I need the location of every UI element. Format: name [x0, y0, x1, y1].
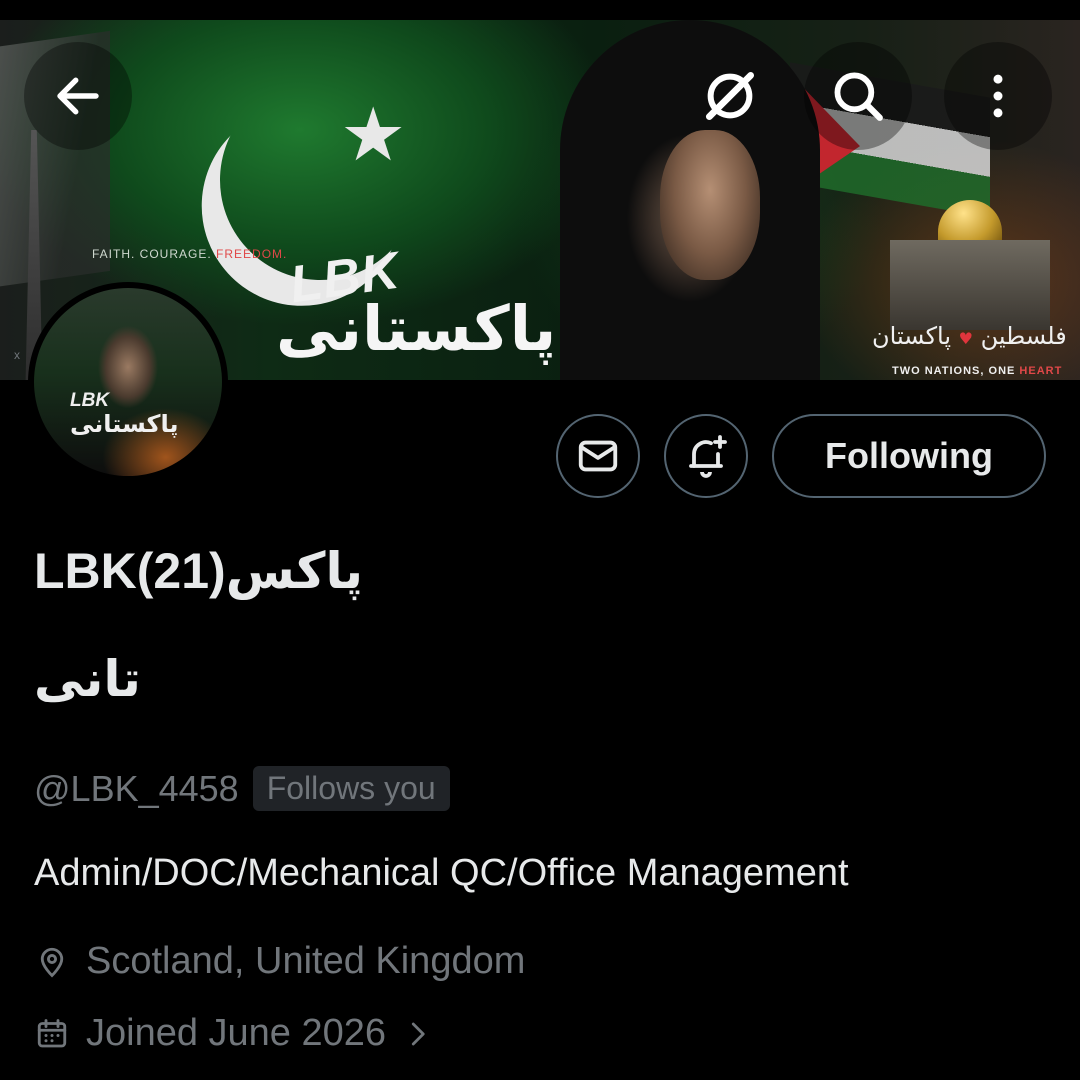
back-button[interactable]: [24, 42, 132, 150]
more-vertical-icon: [993, 74, 1003, 118]
heart-icon: ♥: [958, 329, 973, 348]
search-button[interactable]: [804, 42, 912, 150]
banner-nations-highlight: HEART: [1019, 365, 1063, 377]
username-handle: @LBK_4458: [34, 767, 239, 809]
notifications-button[interactable]: [664, 414, 748, 498]
status-bar: [0, 0, 1080, 20]
joined-row[interactable]: Joined June 2026: [34, 1012, 432, 1055]
avatar-text-urdu: پاکستانی: [70, 410, 179, 438]
following-button[interactable]: Following: [772, 414, 1046, 498]
follows-you-badge: Follows you: [252, 766, 450, 811]
location-row: Scotland, United Kingdom: [34, 940, 525, 983]
banner-nations-text: TWO NATIONS, ONE HEART: [892, 365, 1062, 377]
display-name-continued: تانی: [34, 650, 141, 708]
banner-title-urdu: پاکستانی: [276, 292, 557, 365]
search-icon: [834, 72, 883, 121]
bell-plus-icon: [689, 435, 727, 478]
banner-nations-prefix: TWO NATIONS, ONE: [892, 365, 1016, 377]
grok-button[interactable]: [676, 42, 784, 150]
calendar-icon: [37, 1018, 67, 1047]
banner-tagline: FAITH. COURAGE. FREEDOM.: [92, 247, 287, 261]
arrow-left-icon: [57, 77, 99, 115]
display-name: LBK(21)پاکس: [34, 543, 363, 599]
banner-tagline-prefix: FAITH. COURAGE.: [92, 247, 212, 261]
joined-text: Joined June 2026: [86, 1012, 387, 1054]
more-options-button[interactable]: [944, 42, 1052, 150]
x-mark: x: [14, 348, 20, 362]
avatar-image: LBK پاکستانی: [34, 288, 222, 476]
banner-face: [660, 130, 760, 280]
location-text: Scotland, United Kingdom: [86, 940, 526, 982]
banner-building: [890, 240, 1050, 330]
banner-nations-urdu: فلسطین ♥ پاکستان: [872, 322, 1067, 350]
banner-tagline-highlight: FREEDOM.: [216, 247, 288, 261]
banner-star: ★: [340, 93, 407, 176]
mail-icon: [578, 440, 618, 472]
message-button[interactable]: [556, 414, 640, 498]
avatar-text-latin: LBK: [70, 390, 110, 411]
banner-nations-urdu-left: پاکستان: [872, 322, 952, 350]
handle-row: @LBK_4458 Follows you: [34, 766, 450, 811]
profile-bio: Admin/DOC/Mechanical QC/Office Managemen…: [34, 852, 849, 894]
grok-icon: [705, 71, 755, 121]
location-pin-icon: [40, 947, 64, 977]
avatar[interactable]: LBK پاکستانی: [28, 282, 228, 482]
chevron-right-icon: [411, 1022, 425, 1045]
banner-nations-urdu-right: فلسطین: [980, 322, 1067, 350]
